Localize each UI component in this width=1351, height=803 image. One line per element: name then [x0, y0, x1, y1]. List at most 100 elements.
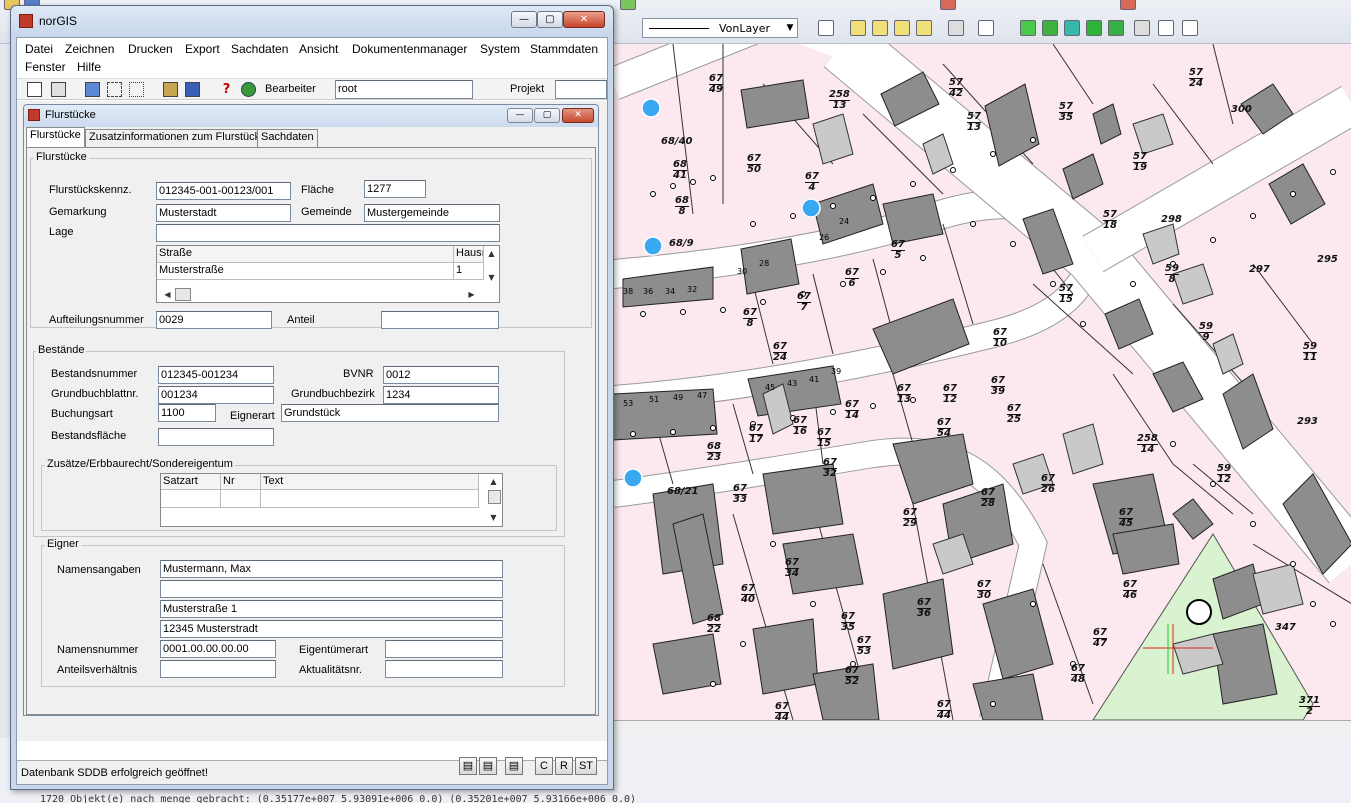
lage-cell[interactable]: 1 — [454, 263, 484, 280]
gemarkung-field[interactable]: Musterstadt — [156, 204, 291, 222]
bestandsflaeche-field[interactable] — [158, 428, 274, 446]
scroll-up-icon[interactable]: ▲ — [483, 246, 500, 261]
child-maximize-button[interactable]: ▢ — [534, 108, 560, 123]
map-horizontal-scrollbar[interactable] — [612, 720, 1351, 738]
scroll-down-icon[interactable]: ▼ — [483, 270, 500, 285]
map-canvas[interactable]: 38 36 34 32 53 51 49 47 45 43 41 39 30 28 26 24 — [612, 44, 1351, 720]
minimize-button[interactable]: — — [511, 11, 537, 28]
menu-export[interactable]: Export — [185, 42, 220, 56]
book-icon[interactable] — [163, 82, 178, 97]
c-button[interactable]: C — [535, 757, 553, 775]
zusaetze-cell[interactable] — [261, 490, 479, 508]
properties-icon[interactable] — [51, 82, 66, 97]
menu-zeichnen[interactable]: Zeichnen — [65, 42, 114, 56]
menu-hilfe[interactable]: Hilfe — [77, 60, 101, 74]
anteilsverhaeltnis-field[interactable] — [160, 660, 276, 678]
check-icon[interactable] — [1020, 20, 1036, 36]
grundbuchblatt-field[interactable]: 001234 — [158, 386, 274, 404]
menu-fenster[interactable]: Fenster — [25, 60, 66, 74]
zusaetze-cell[interactable] — [221, 490, 261, 508]
select-poly-icon[interactable] — [129, 82, 144, 97]
eignerart-field[interactable]: Grundstück — [281, 404, 499, 422]
kennz-field[interactable]: 012345-001-00123/001 — [156, 182, 291, 200]
st-button[interactable]: ST — [575, 757, 597, 775]
child-minimize-button[interactable]: — — [507, 108, 533, 123]
help-icon[interactable]: ? — [219, 82, 234, 97]
scroll-right-icon[interactable]: ▶ — [463, 287, 480, 302]
print-icon[interactable] — [1134, 20, 1150, 36]
copy-icon[interactable] — [872, 20, 888, 36]
menu-dokumentenmanager[interactable]: Dokumentenmanager — [352, 42, 467, 56]
pointer-icon[interactable] — [85, 82, 100, 97]
list-view-icon[interactable]: ▤ — [505, 757, 523, 775]
menu-sachdaten[interactable]: Sachdaten — [231, 42, 288, 56]
k-icon[interactable] — [1086, 20, 1102, 36]
bearbeiter-field[interactable]: root — [335, 80, 473, 99]
copy-icon[interactable] — [850, 20, 866, 36]
tab-flurstuecke[interactable]: Flurstücke — [26, 127, 85, 147]
namensnummer-field[interactable]: 0001.00.00.00.00 — [160, 640, 276, 658]
lage-cell[interactable]: Musterstraße — [157, 263, 454, 280]
linetype-select[interactable]: VonLayer ▼ — [642, 18, 798, 38]
scroll-left-icon[interactable]: ◀ — [159, 287, 176, 302]
close-button[interactable]: ✕ — [563, 11, 605, 28]
gemeinde-field[interactable]: Mustergemeinde — [364, 204, 500, 222]
select-icon[interactable] — [1064, 20, 1080, 36]
globe-icon[interactable] — [241, 82, 256, 97]
marker-icon[interactable] — [1108, 20, 1124, 36]
select-rect-icon[interactable] — [107, 82, 122, 97]
bestandsnummer-field[interactable]: 012345-001234 — [158, 366, 274, 384]
h-scroll-thumb[interactable] — [175, 288, 191, 301]
child-close-button[interactable]: ✕ — [562, 108, 594, 123]
grundbuchbezirk-field[interactable]: 1234 — [383, 386, 499, 404]
list-view-icon[interactable]: ▤ — [459, 757, 477, 775]
toolbar-icon[interactable] — [620, 0, 636, 10]
toolbar-icon[interactable] — [1120, 0, 1136, 10]
flurstuecke-titlebar[interactable]: Flurstücke — ▢ ✕ — [24, 105, 598, 127]
zusaetze-table[interactable]: Satzart Nr Text ▲ ▼ — [160, 473, 503, 527]
menu-drucken[interactable]: Drucken — [128, 42, 173, 56]
scroll-down-icon[interactable]: ▼ — [485, 510, 502, 525]
save-icon[interactable] — [948, 20, 964, 36]
name-line-4[interactable]: 12345 Musterstradt — [160, 620, 503, 638]
list-view-icon[interactable]: ▤ — [479, 757, 497, 775]
norgis-titlebar[interactable]: norGIS — ▢ ✕ — [11, 6, 613, 36]
name-line-1[interactable]: Mustermann, Max — [160, 560, 503, 578]
menu-system[interactable]: System — [480, 42, 520, 56]
name-line-3[interactable]: Musterstraße 1 — [160, 600, 503, 618]
layer-icon[interactable] — [818, 20, 834, 36]
projekt-field[interactable] — [555, 80, 607, 99]
new-icon[interactable] — [27, 82, 42, 97]
aufteilung-field[interactable]: 0029 — [156, 311, 272, 329]
lage-field[interactable] — [156, 224, 500, 242]
flaeche-field[interactable]: 1277 — [364, 180, 426, 198]
help-icon[interactable] — [1158, 20, 1174, 36]
menu-stammdaten[interactable]: Stammdaten — [530, 42, 598, 56]
eigentuemerart-field[interactable] — [385, 640, 503, 658]
name-line-2[interactable] — [160, 580, 503, 598]
buchungsart-field[interactable]: 1100 — [158, 404, 216, 422]
anteil-field[interactable] — [381, 311, 499, 329]
menu-ansicht[interactable]: Ansicht — [299, 42, 338, 56]
help-icon[interactable] — [1182, 20, 1198, 36]
v-scroll-thumb[interactable] — [488, 490, 501, 504]
table-icon[interactable] — [185, 82, 200, 97]
tab-zusatzinformationen[interactable]: Zusatzinformationen zum Flurstück — [85, 129, 265, 147]
tab-sachdaten[interactable]: Sachdaten — [257, 129, 318, 147]
filter-icon[interactable] — [1042, 20, 1058, 36]
lage-table[interactable]: Straße Hausı Musterstraße 1 ▲ ▼ ◀ ▶ — [156, 245, 500, 303]
toolbar-icon[interactable] — [940, 0, 956, 10]
text-icon[interactable] — [978, 20, 994, 36]
parcel-label: 67 47 — [1093, 627, 1107, 649]
svg-text:30: 30 — [737, 267, 747, 276]
menu-datei[interactable]: Datei — [25, 42, 53, 56]
copy-icon[interactable] — [894, 20, 910, 36]
maximize-button[interactable]: ▢ — [537, 11, 563, 28]
copy-icon[interactable] — [916, 20, 932, 36]
scroll-up-icon[interactable]: ▲ — [485, 474, 502, 489]
r-button[interactable]: R — [555, 757, 573, 775]
zusaetze-cell[interactable] — [161, 490, 221, 508]
bvnr-field[interactable]: 0012 — [383, 366, 499, 384]
parcel-label: 59 8 — [1165, 263, 1179, 285]
aktualitaet-field[interactable] — [385, 660, 503, 678]
